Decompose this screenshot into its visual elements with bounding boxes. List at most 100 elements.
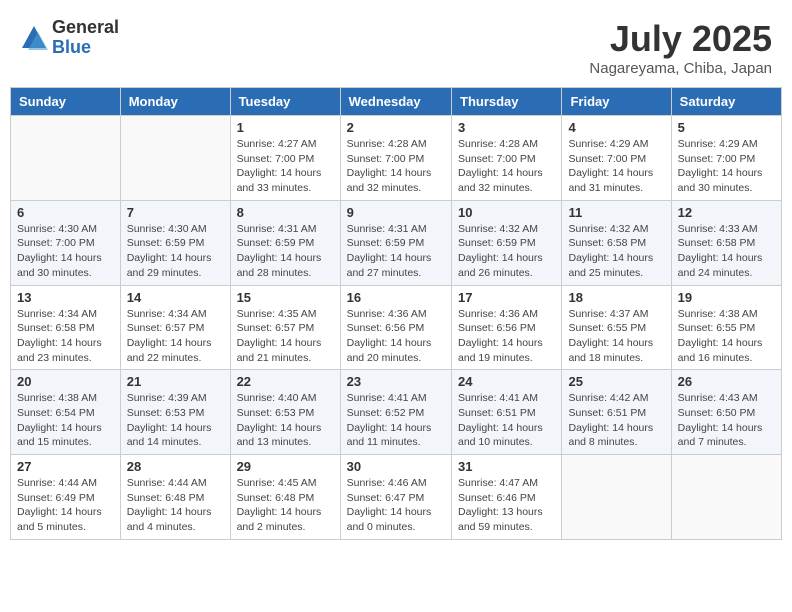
calendar-cell — [11, 116, 121, 201]
day-info: Sunrise: 4:38 AM Sunset: 6:55 PM Dayligh… — [678, 307, 775, 366]
day-info: Sunrise: 4:42 AM Sunset: 6:51 PM Dayligh… — [568, 391, 664, 450]
month-title: July 2025 — [589, 18, 772, 60]
day-info: Sunrise: 4:29 AM Sunset: 7:00 PM Dayligh… — [678, 137, 775, 196]
day-info: Sunrise: 4:28 AM Sunset: 7:00 PM Dayligh… — [347, 137, 445, 196]
day-number: 30 — [347, 459, 445, 474]
day-number: 6 — [17, 205, 114, 220]
weekday-header-wednesday: Wednesday — [340, 88, 451, 116]
day-number: 13 — [17, 290, 114, 305]
day-info: Sunrise: 4:44 AM Sunset: 6:49 PM Dayligh… — [17, 476, 114, 535]
day-number: 25 — [568, 374, 664, 389]
calendar-table: SundayMondayTuesdayWednesdayThursdayFrid… — [10, 87, 782, 540]
day-number: 4 — [568, 120, 664, 135]
day-number: 24 — [458, 374, 555, 389]
day-number: 11 — [568, 205, 664, 220]
day-number: 21 — [127, 374, 224, 389]
calendar-week-row: 13 Sunrise: 4:34 AM Sunset: 6:58 PM Dayli… — [11, 285, 782, 370]
calendar-cell — [562, 455, 671, 540]
day-info: Sunrise: 4:29 AM Sunset: 7:00 PM Dayligh… — [568, 137, 664, 196]
day-number: 18 — [568, 290, 664, 305]
day-number: 23 — [347, 374, 445, 389]
day-number: 2 — [347, 120, 445, 135]
day-number: 3 — [458, 120, 555, 135]
calendar-cell: 31 Sunrise: 4:47 AM Sunset: 6:46 PM Dayli… — [452, 455, 562, 540]
calendar-cell: 1Sunrise: 4:27 AM Sunset: 7:00 PM Daylig… — [230, 116, 340, 201]
day-number: 27 — [17, 459, 114, 474]
weekday-header-saturday: Saturday — [671, 88, 781, 116]
calendar-cell: 9 Sunrise: 4:31 AM Sunset: 6:59 PM Daylig… — [340, 200, 451, 285]
day-number: 8 — [237, 205, 334, 220]
calendar-cell: 12Sunrise: 4:33 AM Sunset: 6:58 PM Dayli… — [671, 200, 781, 285]
day-info: Sunrise: 4:34 AM Sunset: 6:58 PM Dayligh… — [17, 307, 114, 366]
weekday-header-row: SundayMondayTuesdayWednesdayThursdayFrid… — [11, 88, 782, 116]
day-number: 17 — [458, 290, 555, 305]
weekday-header-monday: Monday — [120, 88, 230, 116]
day-info: Sunrise: 4:36 AM Sunset: 6:56 PM Dayligh… — [347, 307, 445, 366]
day-info: Sunrise: 4:39 AM Sunset: 6:53 PM Dayligh… — [127, 391, 224, 450]
calendar-cell: 4 Sunrise: 4:29 AM Sunset: 7:00 PM Daylig… — [562, 116, 671, 201]
calendar-cell: 18 Sunrise: 4:37 AM Sunset: 6:55 PM Dayli… — [562, 285, 671, 370]
day-info: Sunrise: 4:38 AM Sunset: 6:54 PM Dayligh… — [17, 391, 114, 450]
day-info: Sunrise: 4:32 AM Sunset: 6:58 PM Dayligh… — [568, 222, 664, 281]
calendar-cell — [120, 116, 230, 201]
calendar-cell: 6 Sunrise: 4:30 AM Sunset: 7:00 PM Daylig… — [11, 200, 121, 285]
day-info: Sunrise: 4:31 AM Sunset: 6:59 PM Dayligh… — [237, 222, 334, 281]
calendar-cell: 30Sunrise: 4:46 AM Sunset: 6:47 PM Dayli… — [340, 455, 451, 540]
day-info: Sunrise: 4:30 AM Sunset: 7:00 PM Dayligh… — [17, 222, 114, 281]
calendar-cell: 11 Sunrise: 4:32 AM Sunset: 6:58 PM Dayli… — [562, 200, 671, 285]
calendar-cell: 14 Sunrise: 4:34 AM Sunset: 6:57 PM Dayli… — [120, 285, 230, 370]
calendar-cell: 15 Sunrise: 4:35 AM Sunset: 6:57 PM Dayli… — [230, 285, 340, 370]
logo: General Blue — [20, 18, 119, 58]
day-number: 19 — [678, 290, 775, 305]
day-number: 20 — [17, 374, 114, 389]
day-number: 22 — [237, 374, 334, 389]
calendar-cell: 24 Sunrise: 4:41 AM Sunset: 6:51 PM Dayli… — [452, 370, 562, 455]
calendar-cell: 8 Sunrise: 4:31 AM Sunset: 6:59 PM Daylig… — [230, 200, 340, 285]
calendar-cell: 17Sunrise: 4:36 AM Sunset: 6:56 PM Dayli… — [452, 285, 562, 370]
day-info: Sunrise: 4:28 AM Sunset: 7:00 PM Dayligh… — [458, 137, 555, 196]
day-info: Sunrise: 4:47 AM Sunset: 6:46 PM Dayligh… — [458, 476, 555, 535]
calendar-body: 1Sunrise: 4:27 AM Sunset: 7:00 PM Daylig… — [11, 116, 782, 540]
day-number: 15 — [237, 290, 334, 305]
calendar-cell — [671, 455, 781, 540]
calendar-cell: 16Sunrise: 4:36 AM Sunset: 6:56 PM Dayli… — [340, 285, 451, 370]
logo-blue-text: Blue — [52, 38, 119, 58]
day-info: Sunrise: 4:32 AM Sunset: 6:59 PM Dayligh… — [458, 222, 555, 281]
day-info: Sunrise: 4:44 AM Sunset: 6:48 PM Dayligh… — [127, 476, 224, 535]
day-info: Sunrise: 4:31 AM Sunset: 6:59 PM Dayligh… — [347, 222, 445, 281]
day-info: Sunrise: 4:37 AM Sunset: 6:55 PM Dayligh… — [568, 307, 664, 366]
calendar-week-row: 27 Sunrise: 4:44 AM Sunset: 6:49 PM Dayli… — [11, 455, 782, 540]
day-number: 31 — [458, 459, 555, 474]
calendar-cell: 21 Sunrise: 4:39 AM Sunset: 6:53 PM Dayli… — [120, 370, 230, 455]
day-number: 10 — [458, 205, 555, 220]
calendar-cell: 26Sunrise: 4:43 AM Sunset: 6:50 PM Dayli… — [671, 370, 781, 455]
day-number: 28 — [127, 459, 224, 474]
day-number: 9 — [347, 205, 445, 220]
day-number: 14 — [127, 290, 224, 305]
calendar-cell: 29 Sunrise: 4:45 AM Sunset: 6:48 PM Dayli… — [230, 455, 340, 540]
day-info: Sunrise: 4:27 AM Sunset: 7:00 PM Dayligh… — [237, 137, 334, 196]
logo-icon — [20, 24, 48, 52]
day-info: Sunrise: 4:41 AM Sunset: 6:52 PM Dayligh… — [347, 391, 445, 450]
calendar-cell: 2 Sunrise: 4:28 AM Sunset: 7:00 PM Daylig… — [340, 116, 451, 201]
day-info: Sunrise: 4:45 AM Sunset: 6:48 PM Dayligh… — [237, 476, 334, 535]
calendar-cell: 13 Sunrise: 4:34 AM Sunset: 6:58 PM Dayli… — [11, 285, 121, 370]
calendar-cell: 27 Sunrise: 4:44 AM Sunset: 6:49 PM Dayli… — [11, 455, 121, 540]
weekday-header-thursday: Thursday — [452, 88, 562, 116]
day-number: 5 — [678, 120, 775, 135]
logo-general-text: General — [52, 18, 119, 38]
day-info: Sunrise: 4:30 AM Sunset: 6:59 PM Dayligh… — [127, 222, 224, 281]
calendar-week-row: 6 Sunrise: 4:30 AM Sunset: 7:00 PM Daylig… — [11, 200, 782, 285]
day-info: Sunrise: 4:41 AM Sunset: 6:51 PM Dayligh… — [458, 391, 555, 450]
weekday-header-friday: Friday — [562, 88, 671, 116]
day-info: Sunrise: 4:34 AM Sunset: 6:57 PM Dayligh… — [127, 307, 224, 366]
weekday-header-tuesday: Tuesday — [230, 88, 340, 116]
calendar-cell: 23 Sunrise: 4:41 AM Sunset: 6:52 PM Dayli… — [340, 370, 451, 455]
calendar-cell: 5 Sunrise: 4:29 AM Sunset: 7:00 PM Daylig… — [671, 116, 781, 201]
day-info: Sunrise: 4:35 AM Sunset: 6:57 PM Dayligh… — [237, 307, 334, 366]
calendar-cell: 10 Sunrise: 4:32 AM Sunset: 6:59 PM Dayli… — [452, 200, 562, 285]
calendar-week-row: 1Sunrise: 4:27 AM Sunset: 7:00 PM Daylig… — [11, 116, 782, 201]
page-header: General Blue July 2025 Nagareyama, Chiba… — [10, 10, 782, 83]
day-number: 29 — [237, 459, 334, 474]
weekday-header-sunday: Sunday — [11, 88, 121, 116]
